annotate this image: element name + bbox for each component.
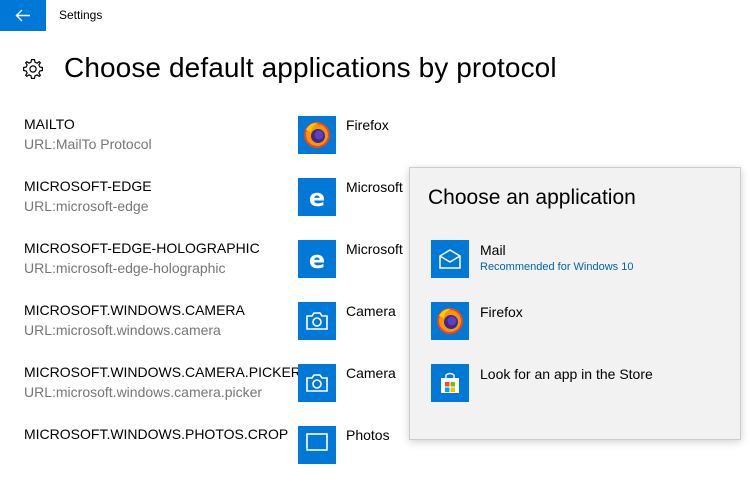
protocol-name: MICROSOFT.WINDOWS.CAMERA.PICKER xyxy=(24,364,301,380)
app-tile-button[interactable]: e xyxy=(298,240,336,278)
flyout-item-store[interactable]: Look for an app in the Store xyxy=(410,364,740,420)
protocol-description: URL:MailTo Protocol xyxy=(24,136,152,152)
back-button[interactable] xyxy=(0,0,46,31)
flyout-item-mail[interactable]: Mail Recommended for Windows 10 xyxy=(410,240,740,296)
choose-application-flyout: Choose an application Mail Recommended f… xyxy=(409,167,741,440)
flyout-item-name: Look for an app in the Store xyxy=(480,366,653,382)
flyout-item-subtitle: Recommended for Windows 10 xyxy=(480,261,634,273)
mail-icon xyxy=(431,240,469,278)
back-arrow-icon xyxy=(15,9,30,22)
flyout-item-name: Firefox xyxy=(480,304,523,320)
protocol-description: URL:microsoft.windows.camera.picker xyxy=(24,384,263,400)
flyout-item-firefox[interactable]: Firefox xyxy=(410,302,740,358)
edge-icon: e xyxy=(298,240,336,278)
store-icon xyxy=(431,364,469,402)
protocol-description: URL:microsoft.windows.camera xyxy=(24,322,221,338)
camera-icon xyxy=(298,302,336,340)
app-tile-button[interactable] xyxy=(298,364,336,402)
flyout-title: Choose an application xyxy=(428,186,636,209)
app-name[interactable]: Microsoft xyxy=(346,179,403,195)
gear-icon xyxy=(23,59,43,79)
app-name[interactable]: Microsoft xyxy=(346,241,403,257)
app-tile-button[interactable] xyxy=(298,116,336,154)
app-tile-button[interactable]: e xyxy=(298,178,336,216)
app-tile-button[interactable] xyxy=(298,426,336,464)
protocol-name: MICROSOFT-EDGE xyxy=(24,178,152,194)
title-bar: Settings xyxy=(0,0,750,31)
protocol-description: URL:microsoft-edge xyxy=(24,198,149,214)
app-name[interactable]: Camera xyxy=(346,365,396,381)
svg-text:e: e xyxy=(309,246,325,274)
protocol-description: URL:microsoft-edge-holographic xyxy=(24,260,226,276)
camera-icon xyxy=(298,364,336,402)
edge-icon: e xyxy=(298,178,336,216)
protocol-name: MICROSOFT.WINDOWS.CAMERA xyxy=(24,302,245,318)
firefox-icon xyxy=(431,302,469,340)
protocol-name: MAILTO xyxy=(24,116,75,132)
svg-text:e: e xyxy=(309,184,325,212)
app-tile-button[interactable] xyxy=(298,302,336,340)
app-name[interactable]: Camera xyxy=(346,303,396,319)
app-name[interactable]: Firefox xyxy=(346,117,389,133)
app-name[interactable]: Photos xyxy=(346,427,390,443)
window-title: Settings xyxy=(59,8,103,22)
page-title: Choose default applications by protocol xyxy=(64,52,557,83)
protocol-name: MICROSOFT-EDGE-HOLOGRAPHIC xyxy=(24,240,260,256)
flyout-item-name: Mail xyxy=(480,242,506,258)
photos-icon xyxy=(298,426,336,464)
firefox-icon xyxy=(298,116,336,154)
